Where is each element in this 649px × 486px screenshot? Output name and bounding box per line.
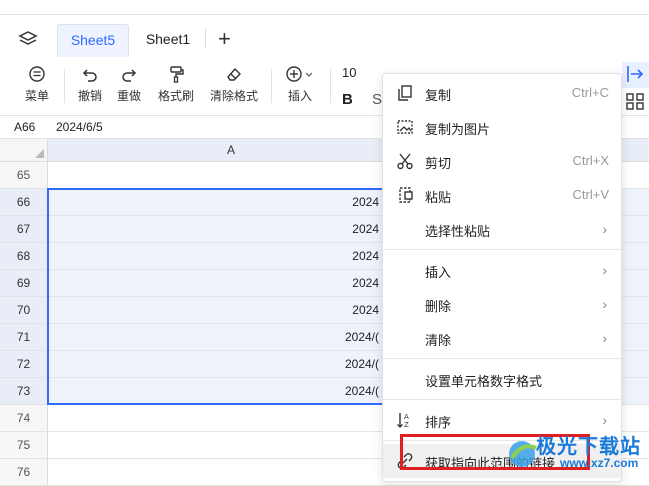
cell-value: 2024	[352, 303, 379, 317]
row-number[interactable]: 71	[0, 324, 48, 350]
menu-divider	[383, 358, 621, 359]
tab-sheet5[interactable]: Sheet5	[57, 24, 129, 57]
shortcut-cut: Ctrl+X	[572, 153, 609, 168]
menu-item-label: 复制	[425, 88, 452, 103]
font-size-select[interactable]: 10	[342, 65, 356, 80]
menu-item-paste[interactable]: 粘贴 Ctrl+V	[383, 178, 621, 212]
menu-button[interactable]: 菜单	[18, 65, 56, 104]
row-number[interactable]: 76	[0, 459, 48, 485]
format-painter-icon	[170, 66, 184, 83]
menu-item-insert[interactable]: 插入 ›	[383, 253, 621, 287]
right-toolbar-icons[interactable]	[622, 62, 649, 114]
menu-label: 菜单	[24, 89, 49, 103]
row-number[interactable]: 74	[0, 405, 48, 431]
insert-button[interactable]: 插入	[282, 65, 318, 104]
menu-divider	[383, 249, 621, 250]
svg-text:Z: Z	[404, 421, 409, 429]
chevron-right-icon: ›	[602, 262, 607, 278]
toolbar-divider	[271, 69, 272, 103]
column-a-label: A	[226, 143, 235, 157]
cell-value: 2024	[352, 195, 379, 209]
chevron-right-icon: ›	[602, 330, 607, 346]
menu-item-label: 删除	[425, 299, 452, 314]
menu-item-label: 选择性粘贴	[425, 224, 491, 239]
menu-item-copy-as-image[interactable]: 复制为图片	[383, 110, 621, 144]
watermark-text: 极光下载站	[536, 436, 641, 458]
sort-icon: AZ	[397, 413, 409, 429]
menu-item-label: 设置单元格数字格式	[425, 374, 543, 389]
menu-item-label: 清除	[425, 333, 452, 348]
row-number[interactable]: 68	[0, 243, 48, 269]
undo-icon	[82, 69, 97, 82]
bold-button[interactable]: B	[342, 91, 353, 108]
row-number[interactable]: 67	[0, 216, 48, 242]
menu-icon	[29, 66, 45, 82]
menu-item-clear[interactable]: 清除 ›	[383, 321, 621, 355]
redo-button[interactable]: 重做	[115, 65, 143, 104]
cell-value: 2024	[352, 222, 379, 236]
cell-value: 2024/(	[344, 357, 379, 371]
cell-value: 2024	[352, 249, 379, 263]
undo-button[interactable]: 撤销	[76, 65, 104, 104]
row-number[interactable]: 65	[0, 162, 48, 188]
format-painter-label: 格式刷	[157, 89, 194, 103]
tab-divider	[205, 29, 206, 49]
eraser-icon	[227, 67, 241, 81]
redo-label: 重做	[116, 89, 141, 103]
menu-item-cut[interactable]: 剪切 Ctrl+X	[383, 144, 621, 178]
cell-reference[interactable]: A66	[14, 120, 35, 134]
menu-item-label: 复制为图片	[425, 122, 491, 137]
menu-item-label: 插入	[425, 265, 452, 280]
menu-divider	[383, 399, 621, 400]
cell-value: 2024/(	[344, 330, 379, 344]
insert-label: 插入	[287, 89, 312, 103]
redo-icon	[122, 69, 137, 82]
sheet-tab-bar: Sheet5 Sheet1 +	[0, 15, 649, 57]
menu-item-delete[interactable]: 删除 ›	[383, 287, 621, 321]
shortcut-paste: Ctrl+V	[572, 187, 609, 202]
undo-label: 撤销	[77, 89, 102, 103]
clear-format-label: 清除格式	[209, 89, 258, 103]
chevron-right-icon: ›	[602, 412, 607, 428]
row-number[interactable]: 72	[0, 351, 48, 377]
row-number[interactable]: 66	[0, 189, 48, 215]
paste-icon	[399, 187, 413, 203]
tab-sheet1[interactable]: Sheet1	[133, 24, 203, 57]
clear-format-button[interactable]: 清除格式	[207, 65, 261, 104]
top-strip	[0, 0, 649, 15]
format-painter-button[interactable]: 格式刷	[155, 65, 197, 104]
strikethrough-button[interactable]: S	[372, 91, 382, 108]
menu-item-number-format[interactable]: 设置单元格数字格式	[383, 362, 621, 396]
toolbar-divider	[64, 69, 65, 103]
menu-item-label: 粘贴	[425, 190, 452, 205]
context-menu: 复制 Ctrl+C 复制为图片 剪切 Ctrl+X 粘贴 Ctrl+V 选择性粘…	[382, 73, 622, 482]
chevron-right-icon: ›	[602, 296, 607, 312]
scissors-icon	[397, 153, 413, 170]
add-sheet-button[interactable]: +	[218, 28, 231, 50]
insert-plus-icon	[286, 66, 313, 82]
menu-item-label: 剪切	[425, 156, 452, 171]
shortcut-copy: Ctrl+C	[571, 85, 609, 100]
row-number[interactable]: 70	[0, 297, 48, 323]
row-number[interactable]: 75	[0, 432, 48, 458]
menu-item-label: 排序	[425, 415, 452, 430]
menu-item-paste-special[interactable]: 选择性粘贴 ›	[383, 212, 621, 246]
row-number[interactable]: 73	[0, 378, 48, 404]
cell-value: 2024	[352, 276, 379, 290]
watermark-url: www.xz7.com	[560, 456, 639, 470]
svg-text:A: A	[404, 413, 409, 421]
chevron-right-icon: ›	[602, 221, 607, 237]
formula-input[interactable]: 2024/6/5	[56, 120, 103, 134]
layers-icon[interactable]	[18, 29, 38, 49]
copy-icon	[398, 85, 412, 101]
select-all-corner[interactable]	[0, 139, 48, 161]
image-icon	[397, 120, 413, 134]
cell-value: 2024/(	[344, 384, 379, 398]
row-number[interactable]: 69	[0, 270, 48, 296]
menu-item-copy[interactable]: 复制 Ctrl+C	[383, 76, 621, 110]
toolbar-divider	[330, 69, 331, 103]
